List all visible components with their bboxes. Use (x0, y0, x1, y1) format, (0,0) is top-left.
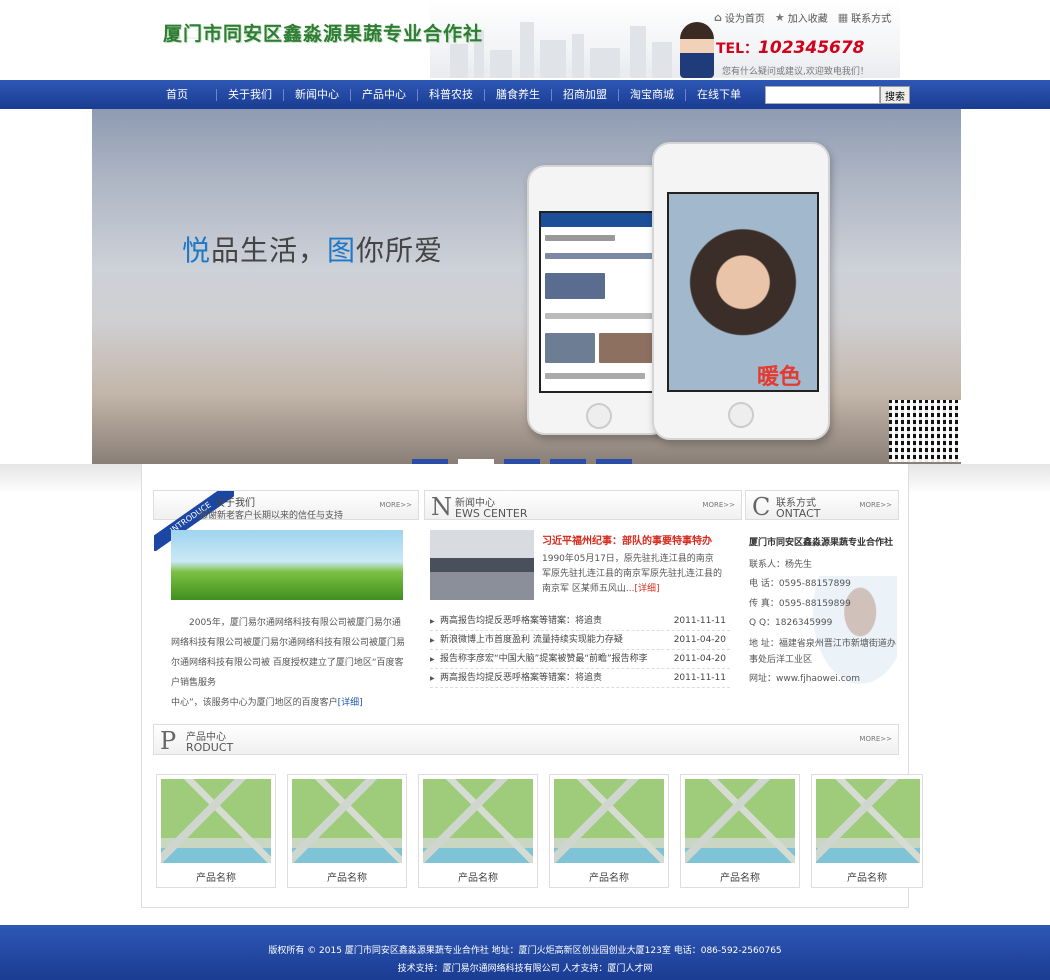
contact-address: 地 址：福建省泉州晋江市新塘街道办事处后洋工业区 (749, 638, 896, 665)
products-title-en: RODUCT (186, 741, 234, 754)
product-image (685, 779, 795, 863)
phone-home-button (586, 403, 612, 429)
product-card[interactable]: 产品名称 (680, 774, 800, 888)
product-name: 产品名称 (196, 873, 236, 884)
nav-item-science[interactable]: 科普农技 (417, 88, 484, 101)
product-card[interactable]: 产品名称 (418, 774, 538, 888)
contact-info: 厦门市同安区鑫淼源果蔬专业合作社 联系人：杨先生 电 话：0595-881578… (749, 534, 899, 689)
products-letter: P (160, 727, 177, 755)
news-list-item[interactable]: 报告称李彦宏“中国大脑”提案被赞最“前瞻”报告称李2011-04-20 (430, 650, 730, 669)
news-letter: N (431, 493, 452, 521)
screen-caption: 暖色 (757, 365, 802, 390)
about-section: INTRODUCE 关于我们 感谢新老客户长期以来的信任与支持 MORE>> 2… (153, 490, 419, 710)
product-name: 产品名称 (720, 873, 760, 884)
news-summary: 1990年05月17日，原先驻扎连江县的南京军原先驻扎连江县的南京军原先驻扎连江… (542, 554, 723, 594)
footer-support: 技术支持：厦门易尔通网络科技有限公司 人才支持：厦门人才网 (397, 964, 653, 974)
nav-item-home[interactable]: 首页 (163, 88, 216, 101)
set-homepage-link[interactable]: ⌂ 设为首页 (714, 10, 765, 25)
contact-letter: C (752, 493, 771, 521)
news-title-en: EWS CENTER (455, 507, 528, 520)
contact-link[interactable]: ▦ 联系方式 (838, 10, 891, 25)
contact-fax: 传 真：0595-88159899 (749, 598, 851, 609)
customer-service-avatar (680, 22, 714, 78)
nav-item-diet[interactable]: 膳食养生 (484, 88, 551, 101)
product-name: 产品名称 (327, 873, 367, 884)
telephone: TEL：102345678 (716, 38, 865, 58)
news-header: N 新闻中心 EWS CENTER MORE>> (424, 490, 742, 521)
news-list: 两高报告均提反恶呼格案等错案：将追责2011-11-11 新浪微博上市首度盈利 … (430, 612, 730, 688)
search-form: 搜索 (765, 86, 910, 104)
news-section: N 新闻中心 EWS CENTER MORE>> 习近平福州纪事：部队的事要特事… (424, 490, 742, 710)
phone-home-button (728, 402, 754, 428)
contact-phone: 电 话：0595-88157899 (749, 579, 851, 589)
news-more-link[interactable]: MORE>> (702, 501, 735, 509)
news-headline[interactable]: 习近平福州纪事：部队的事要特事特办 (542, 532, 712, 547)
product-card[interactable]: 产品名称 (811, 774, 923, 888)
contact-website[interactable]: 网址：www.fjhaowei.com (749, 670, 899, 690)
phone-right-image (652, 142, 830, 440)
site-footer: 版权所有 © 2015 厦门市同安区鑫淼源果蔬专业合作社 地址：厦门火炬高新区创… (0, 925, 1050, 980)
nav-item-taobao[interactable]: 淘宝商城 (618, 88, 685, 101)
contact-title-en: ONTACT (776, 507, 821, 520)
product-name: 产品名称 (847, 873, 887, 884)
about-text: 2005年，厦门易尔通网络科技有限公司被厦门易尔通网络科技有限公司被厦门易尔通网… (171, 618, 406, 708)
about-image (171, 530, 403, 600)
footer-copyright: 版权所有 © 2015 厦门市同安区鑫淼源果蔬专业合作社 地址：厦门火炬高新区创… (268, 946, 782, 956)
product-image (161, 779, 271, 863)
about-detail-link[interactable]: [详细] (338, 698, 363, 708)
qr-code-image (889, 400, 961, 462)
about-header: INTRODUCE 关于我们 感谢新老客户长期以来的信任与支持 MORE>> (153, 490, 419, 551)
site-title-reflection: 厦门市同安区鑫淼源果蔬专业合作社 (163, 28, 484, 39)
tel-number: 102345678 (758, 38, 865, 58)
product-image (292, 779, 402, 863)
news-list-item[interactable]: 两高报告均提反恶呼格案等错案：将追责2011-11-11 (430, 669, 730, 688)
nav-item-franchise[interactable]: 招商加盟 (551, 88, 618, 101)
products-header: P 产品中心 RODUCT MORE>> (153, 724, 899, 755)
news-detail-link[interactable]: [详细] (634, 584, 659, 594)
add-favorite-link[interactable]: ★ 加入收藏 (775, 10, 828, 25)
contact-qq: Q Q：1826345999 (749, 618, 833, 628)
news-list-item[interactable]: 两高报告均提反恶呼格案等错案：将追责2011-11-11 (430, 612, 730, 631)
phone-left-image (527, 165, 669, 435)
product-card[interactable]: 产品名称 (156, 774, 276, 888)
grid-icon: ▦ (837, 11, 849, 24)
contact-header: C 联系方式 ONTACT MORE>> (745, 490, 899, 521)
banner-slogan: 悦品生活，图你所爱 (182, 234, 444, 267)
about-title: 关于我们 (215, 498, 255, 509)
about-subtitle: 感谢新老客户长期以来的信任与支持 (199, 511, 344, 521)
product-name: 产品名称 (589, 873, 629, 884)
nav-item-about[interactable]: 关于我们 (216, 88, 283, 101)
product-list: 产品名称 产品名称 产品名称 产品名称 产品名称 产品名称 (156, 774, 923, 888)
search-button[interactable]: 搜索 (880, 86, 910, 104)
nav-item-order[interactable]: 在线下单 (685, 88, 752, 101)
search-input[interactable] (765, 86, 880, 104)
hero-banner[interactable]: 悦品生活，图你所爱 暖色 (92, 109, 961, 464)
contact-person: 联系人：杨先生 (749, 559, 813, 570)
contact-section: C 联系方式 ONTACT MORE>> 厦门市同安区鑫淼源果蔬专业合作社 联系… (745, 490, 899, 710)
contact-company: 厦门市同安区鑫淼源果蔬专业合作社 (749, 538, 894, 548)
phone-left-screen (539, 211, 661, 393)
product-name: 产品名称 (458, 873, 498, 884)
site-header: 厦门市同安区鑫淼源果蔬专业合作社 厦门市同安区鑫淼源果蔬专业合作社 ⌂ 设为首页 … (0, 0, 1050, 80)
home-icon: ⌂ (714, 11, 722, 24)
contact-more-link[interactable]: MORE>> (859, 501, 892, 509)
product-image (554, 779, 664, 863)
star-icon: ★ (774, 11, 785, 24)
top-links: ⌂ 设为首页 ★ 加入收藏 ▦ 联系方式 (714, 10, 891, 25)
product-card[interactable]: 产品名称 (287, 774, 407, 888)
product-image (816, 779, 920, 863)
nav-item-news[interactable]: 新闻中心 (283, 88, 350, 101)
nav-item-products[interactable]: 产品中心 (350, 88, 417, 101)
products-more-link[interactable]: MORE>> (859, 735, 892, 743)
news-image[interactable] (430, 530, 534, 600)
product-card[interactable]: 产品名称 (549, 774, 669, 888)
news-list-item[interactable]: 新浪微博上市首度盈利 流量持续实现能力存疑2011-04-20 (430, 631, 730, 650)
about-more-link[interactable]: MORE>> (379, 501, 412, 509)
tel-subtitle: 您有什么疑问或建议,欢迎致电我们！ (722, 67, 869, 77)
product-image (423, 779, 533, 863)
tel-label: TEL： (716, 41, 759, 57)
